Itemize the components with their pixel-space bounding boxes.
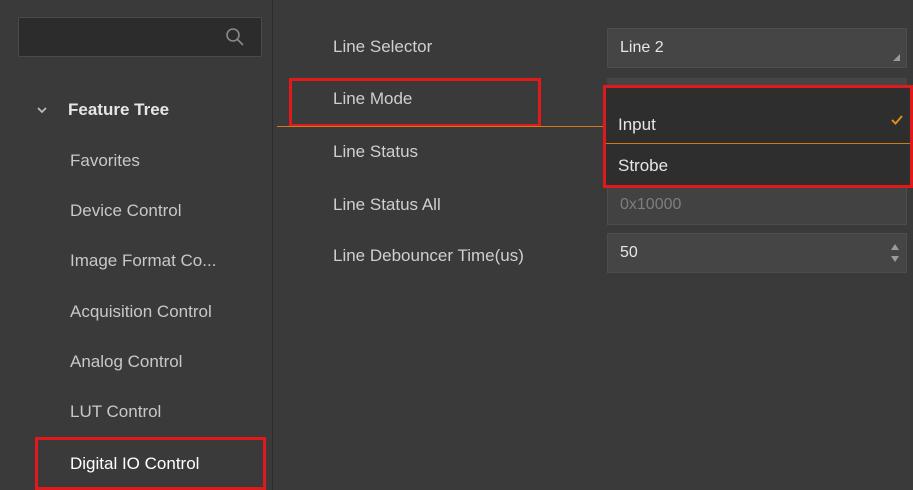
dropdown-option-input[interactable]: Input xyxy=(618,115,656,135)
properties-panel: Line Selector Line 2 Line Mode Line Stat… xyxy=(273,0,913,490)
search-icon[interactable] xyxy=(225,27,245,47)
chevron-down-icon[interactable] xyxy=(36,104,48,116)
spin-arrows-icon[interactable] xyxy=(890,242,900,264)
line-status-label: Line Status xyxy=(333,142,419,161)
line-status-all-value: 0x10000 xyxy=(620,196,682,213)
dropdown-separator xyxy=(606,143,910,144)
tree-item-acquisition-control[interactable]: Acquisition Control xyxy=(70,300,212,324)
line-status-all-label: Line Status All xyxy=(333,195,441,214)
feature-tree-label: Feature Tree xyxy=(68,100,170,119)
line-debouncer-spinbox[interactable]: 50 xyxy=(607,233,907,273)
tree-item-lut-control[interactable]: LUT Control xyxy=(70,400,161,424)
dropdown-option-strobe[interactable]: Strobe xyxy=(618,156,668,176)
line-debouncer-label: Line Debouncer Time(us) xyxy=(333,246,524,265)
line-mode-dropdown[interactable]: Input Strobe xyxy=(603,85,913,188)
tree-item-image-format-control[interactable]: Image Format Co... xyxy=(70,249,216,273)
line-selector-select[interactable]: Line 2 xyxy=(607,28,907,68)
search-input[interactable] xyxy=(18,17,262,57)
line-status-all-field: 0x10000 xyxy=(607,185,907,225)
tree-item-device-control[interactable]: Device Control xyxy=(70,199,182,223)
sidebar: Feature Tree Favorites Device Control Im… xyxy=(0,0,273,490)
checkmark-icon xyxy=(891,115,903,125)
tree-item-favorites[interactable]: Favorites xyxy=(70,149,140,173)
line-debouncer-value: 50 xyxy=(620,244,638,261)
line-selector-value: Line 2 xyxy=(620,39,664,56)
feature-tree-header[interactable]: Feature Tree xyxy=(36,98,169,122)
dropdown-corner-icon xyxy=(893,54,900,61)
line-selector-label: Line Selector xyxy=(333,37,433,56)
digital-io-highlight xyxy=(35,437,266,490)
line-mode-highlight xyxy=(289,78,541,127)
tree-item-analog-control[interactable]: Analog Control xyxy=(70,350,182,374)
